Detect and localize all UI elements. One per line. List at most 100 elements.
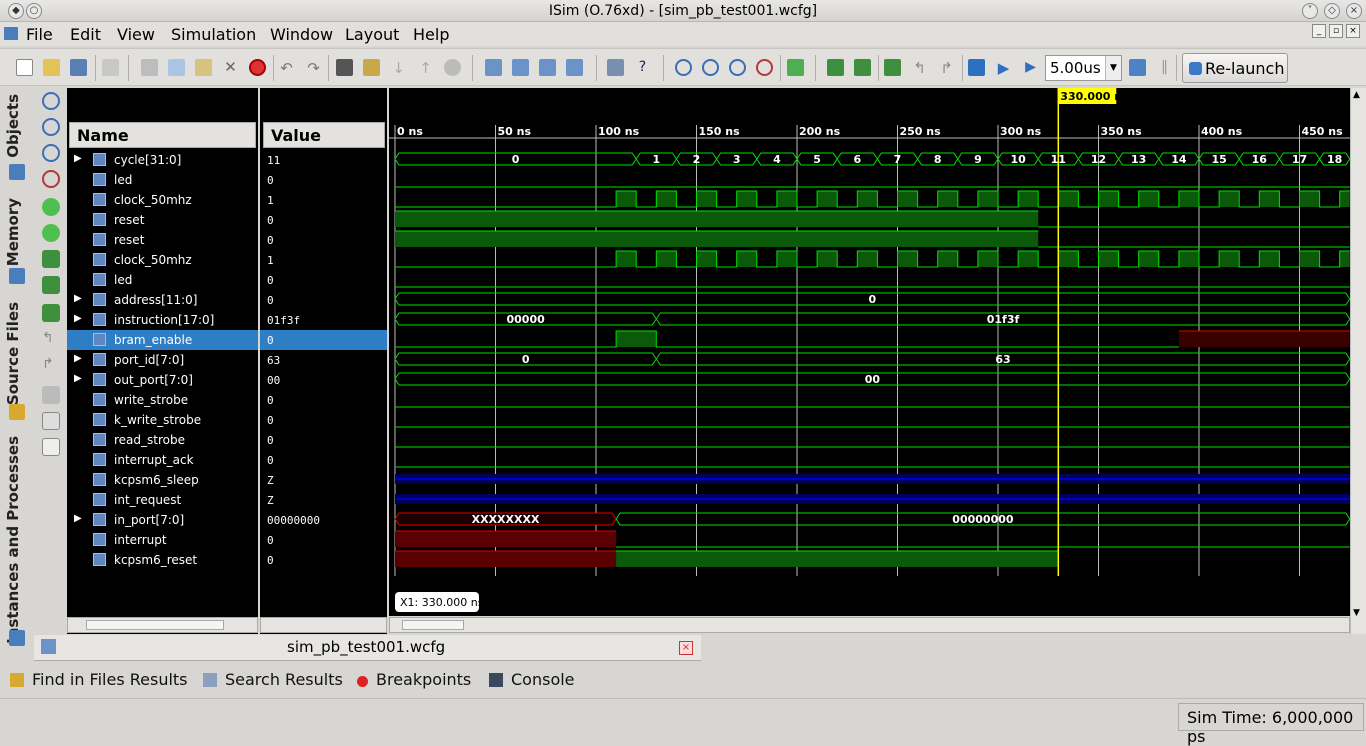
value-row[interactable]: 0 [260, 170, 387, 190]
expand-icon[interactable]: ▶ [74, 373, 82, 384]
tab-console[interactable]: Console [489, 670, 575, 689]
pause-icon[interactable]: ‖ [1156, 59, 1173, 76]
stop-icon[interactable] [249, 59, 266, 76]
save-icon[interactable] [70, 59, 87, 76]
waveform-viewer[interactable]: 0 ns 50 ns 100 ns 150 ns 200 ns 250 ns 300 ns 3… [389, 88, 1350, 616]
value-row[interactable]: 0 [260, 230, 387, 250]
print-icon[interactable] [102, 59, 119, 76]
run-time-select[interactable]: 5.00us ▼ [1045, 55, 1122, 81]
value-row[interactable]: 0 [260, 290, 387, 310]
find-in-files-icon[interactable] [363, 59, 380, 76]
open-icon[interactable] [43, 59, 60, 76]
go-to-start-icon[interactable] [827, 59, 844, 76]
zoom-fit-icon[interactable] [42, 144, 60, 162]
maximize-icon[interactable]: ◇ [1324, 3, 1340, 19]
go-forward-icon[interactable] [42, 224, 60, 242]
go-to-end-icon[interactable] [42, 276, 60, 294]
tab-memory[interactable]: Memory [4, 198, 22, 266]
menu-simulation[interactable]: Simulation [171, 25, 256, 44]
next-marker-icon[interactable]: ↱ [42, 356, 60, 374]
signal-row[interactable]: ▶ out_port[7:0] [67, 370, 258, 390]
tab-source-files[interactable]: Source Files [4, 302, 22, 405]
value-row[interactable]: 0 [260, 210, 387, 230]
waveform-canvas[interactable]: 0 ns 50 ns 100 ns 150 ns 200 ns 250 ns 300 ns 3… [389, 88, 1350, 616]
add-marker-icon[interactable] [42, 304, 60, 322]
value-row[interactable]: Z [260, 470, 387, 490]
refresh-icon[interactable] [787, 59, 804, 76]
value-row[interactable]: 0 [260, 450, 387, 470]
signal-row[interactable]: kcpsm6_sleep [67, 470, 258, 490]
zoom-fit-icon[interactable] [729, 59, 746, 76]
signal-row[interactable]: int_request [67, 490, 258, 510]
menu-window[interactable]: Window [270, 25, 333, 44]
scroll-down-icon[interactable]: ▼ [1353, 608, 1360, 618]
signal-row[interactable]: ▶ cycle[31:0] [67, 150, 258, 170]
snap-icon[interactable] [42, 412, 60, 430]
go-back-icon[interactable] [42, 198, 60, 216]
value-row[interactable]: 0 [260, 550, 387, 570]
tab-breakpoints[interactable]: Breakpoints [357, 670, 471, 689]
cascade-icon[interactable] [485, 59, 502, 76]
value-row[interactable]: 1 [260, 190, 387, 210]
float-window-icon[interactable] [42, 438, 60, 456]
value-row[interactable]: 1 [260, 250, 387, 270]
value-row[interactable]: 00000000 [260, 510, 387, 530]
chevron-down-icon[interactable]: ▼ [1105, 56, 1121, 80]
value-row[interactable]: 0 [260, 410, 387, 430]
value-row[interactable]: 00 [260, 370, 387, 390]
copy-icon[interactable] [168, 59, 185, 76]
signal-row[interactable]: interrupt [67, 530, 258, 550]
zoom-in-icon[interactable] [42, 92, 60, 110]
value-row[interactable]: 0 [260, 430, 387, 450]
restart-icon[interactable] [968, 59, 985, 76]
redo-icon[interactable]: ↷ [305, 59, 322, 77]
scroll-up-icon[interactable]: ▲ [1353, 90, 1360, 100]
relaunch-button[interactable]: Re-launch [1182, 53, 1288, 83]
scroll-thumb[interactable] [402, 620, 464, 630]
signal-row[interactable]: reset [67, 230, 258, 250]
close-tab-icon[interactable]: × [679, 641, 693, 655]
wave-horizontal-scrollbar[interactable] [389, 617, 1350, 633]
float-icon[interactable] [566, 59, 583, 76]
go-to-end-icon[interactable] [854, 59, 871, 76]
zoom-cursor-icon[interactable] [42, 170, 60, 188]
signal-row[interactable]: led [67, 270, 258, 290]
signal-row[interactable]: ▶ in_port[7:0] [67, 510, 258, 530]
mdi-minimize-icon[interactable]: _ [1312, 24, 1326, 38]
zoom-out-icon[interactable] [702, 59, 719, 76]
settings-icon[interactable] [607, 59, 624, 76]
signal-row[interactable]: read_strobe [67, 430, 258, 450]
mdi-restore-icon[interactable]: ▫ [1329, 24, 1343, 38]
value-row[interactable]: 11 [260, 150, 387, 170]
zoom-in-icon[interactable] [675, 59, 692, 76]
swap-cursors-icon[interactable] [42, 386, 60, 404]
signal-row[interactable]: ▶ instruction[17:0] [67, 310, 258, 330]
undo-icon[interactable]: ↶ [278, 59, 295, 77]
expand-icon[interactable]: ▶ [74, 153, 82, 164]
signal-row[interactable]: clock_50mhz [67, 190, 258, 210]
signal-row[interactable]: ▶ port_id[7:0] [67, 350, 258, 370]
menu-edit[interactable]: Edit [70, 25, 101, 44]
tile-horizontal-icon[interactable] [512, 59, 529, 76]
expand-icon[interactable]: ▶ [74, 353, 82, 364]
signal-row[interactable]: led [67, 170, 258, 190]
value-row[interactable]: Z [260, 490, 387, 510]
menu-help[interactable]: Help [413, 25, 449, 44]
menu-file[interactable]: File [26, 25, 53, 44]
go-to-start-icon[interactable] [42, 250, 60, 268]
vertical-scrollbar[interactable]: ▲ ▼ [1350, 88, 1366, 634]
signal-row[interactable]: kcpsm6_reset [67, 550, 258, 570]
signal-row[interactable]: reset [67, 210, 258, 230]
value-row[interactable]: 0 [260, 330, 387, 350]
add-marker-icon[interactable] [884, 59, 901, 76]
clear-icon[interactable] [444, 59, 461, 76]
menu-layout[interactable]: Layout [345, 25, 399, 44]
signal-row[interactable]: clock_50mhz [67, 250, 258, 270]
run-for-time-icon[interactable]: ▶ [1022, 59, 1039, 76]
value-row[interactable]: 0 [260, 530, 387, 550]
scroll-thumb[interactable] [86, 620, 224, 630]
zoom-cursor-icon[interactable] [756, 59, 773, 76]
expand-icon[interactable]: ▶ [74, 513, 82, 524]
signal-row[interactable]: bram_enable [67, 330, 258, 350]
signal-row[interactable]: ▶ address[11:0] [67, 290, 258, 310]
